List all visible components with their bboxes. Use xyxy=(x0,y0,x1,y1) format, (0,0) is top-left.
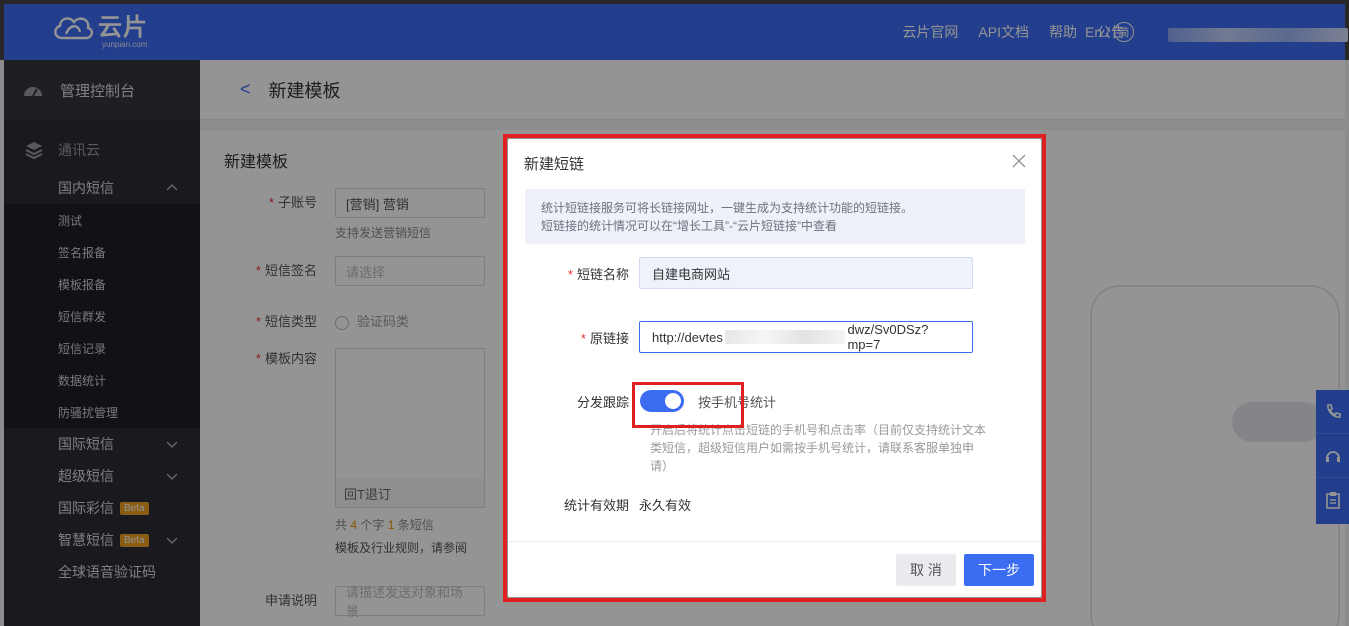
highlight-box-dialog xyxy=(503,134,1046,602)
highlight-box-toggle xyxy=(632,382,744,428)
